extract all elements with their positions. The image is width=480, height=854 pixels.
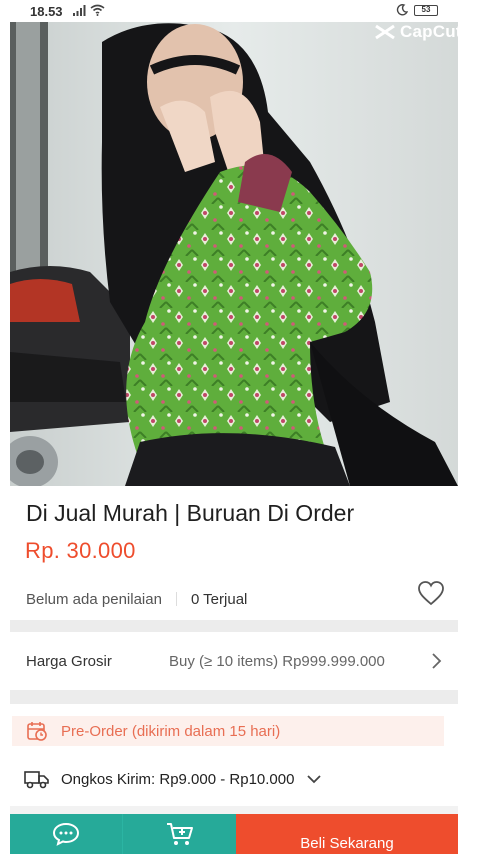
status-time: 18.53 (30, 4, 63, 19)
section-divider (10, 620, 458, 632)
buy-now-button[interactable]: Beli Sekarang (236, 814, 458, 854)
add-to-cart-icon (166, 823, 193, 845)
product-photo (10, 22, 458, 486)
battery-indicator: 53 (414, 4, 438, 16)
preorder-banner: Pre-Order (dikirim dalam 15 hari) (12, 716, 444, 746)
wholesale-label: Harga Grosir (26, 653, 112, 670)
chat-button[interactable] (10, 814, 122, 854)
section-divider (10, 806, 458, 814)
buy-now-label: Beli Sekarang (300, 835, 394, 852)
shipping-row[interactable]: Ongkos Kirim: Rp9.000 - Rp10.000 (24, 766, 322, 792)
status-bar: 18.53 53 (0, 0, 480, 22)
rating-row: Belum ada penilaian 0 Terjual (26, 581, 446, 609)
add-to-cart-button[interactable] (122, 814, 236, 854)
signal-icon (73, 5, 86, 16)
chat-icon (52, 822, 80, 846)
bottom-action-bar: Beli Sekarang (10, 814, 458, 854)
preorder-text: Pre-Order (dikirim dalam 15 hari) (61, 722, 281, 740)
capcut-logo-icon (375, 24, 395, 40)
capcut-watermark-text: CapCut (400, 22, 462, 41)
product-title: Di Jual Murah | Buruan Di Order (26, 500, 355, 526)
heart-icon[interactable] (416, 579, 446, 607)
section-divider (10, 690, 458, 704)
product-image[interactable] (10, 22, 458, 486)
rating-text[interactable]: Belum ada penilaian (26, 591, 162, 608)
calendar-clock-icon (27, 722, 47, 741)
chevron-right-icon (432, 653, 442, 669)
status-right-icons: 53 (396, 4, 438, 16)
divider (175, 592, 177, 606)
shipping-cost-text: Ongkos Kirim: Rp9.000 - Rp10.000 (61, 770, 295, 788)
product-price: Rp. 30.000 (25, 538, 136, 563)
sold-count: 0 Terjual (190, 590, 248, 608)
wifi-icon (90, 4, 105, 16)
capcut-watermark: CapCut (374, 22, 462, 42)
moon-icon (396, 4, 408, 16)
wholesale-value: Buy (≥ 10 items) Rp999.999.000 (169, 653, 385, 670)
wholesale-price-row[interactable]: Harga Grosir Buy (≥ 10 items) Rp999.999.… (10, 632, 458, 690)
truck-icon (24, 771, 49, 789)
status-icons (73, 4, 105, 16)
chevron-down-icon[interactable] (306, 774, 322, 784)
